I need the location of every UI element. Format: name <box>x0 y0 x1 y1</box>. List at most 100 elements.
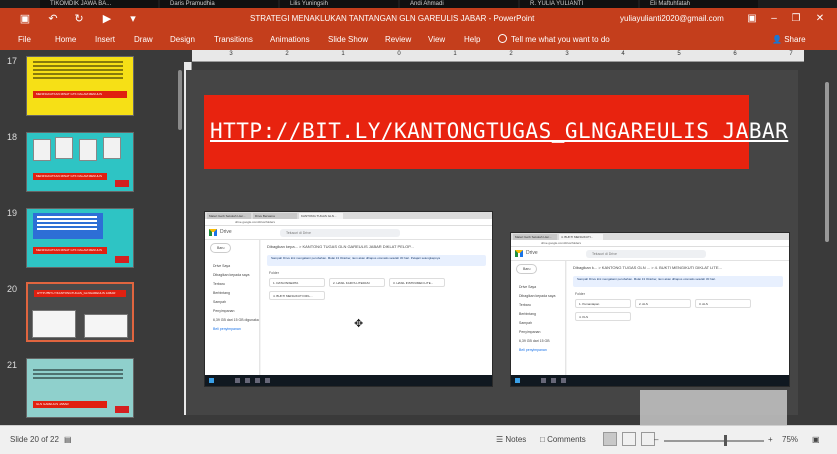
drive-sidebar-item: Penyimpanan <box>519 329 541 334</box>
drive-screenshot-left[interactable]: Materi Gerb Sekolah Liter... Drive Bersa… <box>204 211 493 387</box>
tab-review[interactable]: Review <box>385 34 411 46</box>
thumbnail-photo <box>33 139 51 161</box>
zoom-slider-handle[interactable] <box>724 435 727 446</box>
participant-tile[interactable]: R. YULIA YULIANTI <box>520 0 638 8</box>
taskbar-app-icon <box>245 378 250 383</box>
current-slide[interactable]: HTTP://BIT.LY/KANTONGTUGAS_GLNGAREULIS J… <box>186 70 798 415</box>
slide-sorter-button[interactable] <box>622 432 636 446</box>
comments-button[interactable]: □ Comments <box>540 434 586 446</box>
slide-counter: Slide 20 of 22 <box>10 435 59 444</box>
thumbnail-number: 21 <box>7 360 18 370</box>
participant-tile[interactable]: Eli Maftuhfatah <box>640 0 758 8</box>
drive-storage-text: 6,39 GB dari 15 GB digunakan <box>213 317 259 322</box>
thumbnail-text-lines <box>37 216 97 240</box>
zoom-level[interactable]: 75% <box>782 434 798 446</box>
tab-help[interactable]: Help <box>464 34 480 46</box>
zoom-in-icon[interactable]: + <box>768 434 773 446</box>
thumbnail-banner: MENINGKATKAN MINAT GTK DALAM MENULIS <box>33 91 127 98</box>
drive-new-button: Baru <box>516 264 538 274</box>
drive-sidebar: Baru Drive Saya Dibagikan kepada saya Te… <box>511 261 566 375</box>
comments-label: Comments <box>547 435 586 444</box>
taskbar-app-icon <box>541 378 546 383</box>
ruler-tick: 5 <box>677 51 681 57</box>
zoom-out-icon[interactable]: – <box>654 434 658 446</box>
reading-view-button[interactable] <box>641 432 655 446</box>
thumbnail-banner: MENINGKATKAN MINAT GTK DALAM MENULIS <box>33 247 107 254</box>
drive-sidebar-item: Sampah <box>213 299 227 304</box>
windows-start-icon <box>209 378 214 383</box>
drive-sidebar-item: Sampah <box>519 320 533 325</box>
account-email[interactable]: yuliayulianti2020@gmail.com <box>620 13 724 25</box>
redo-icon[interactable]: ↻ <box>72 12 86 26</box>
customize-qat-icon[interactable]: ▾ <box>126 12 140 26</box>
drive-search: Telusuri di Drive <box>586 250 706 258</box>
tab-design[interactable]: Design <box>170 34 195 46</box>
thumbnail-slide-20[interactable]: HTTP://BIT.LY/KANTONGTUGAS_GLNGAREULIS J… <box>26 282 134 342</box>
drive-section-label: Folder <box>575 292 585 296</box>
tab-slide-show[interactable]: Slide Show <box>328 34 368 46</box>
tell-me-search[interactable]: Tell me what you want to do <box>498 34 610 46</box>
tab-draw[interactable]: Draw <box>134 34 153 46</box>
slide-scrollbar[interactable] <box>822 62 832 415</box>
thumbnail-number: 18 <box>7 132 18 142</box>
slide-thumbnails-panel: 17 MENINGKATKAN MINAT GTK DALAM MENULIS … <box>0 50 176 425</box>
ruler-tick: 2 <box>285 51 289 57</box>
restore-icon[interactable]: ❐ <box>788 11 804 27</box>
comments-icon: □ <box>540 435 545 444</box>
participant-tile[interactable]: Daris Pramudhia <box>160 0 278 8</box>
thumbnail-screenshot <box>32 310 76 338</box>
tab-view[interactable]: View <box>428 34 445 46</box>
fit-slide-icon[interactable]: ▣ <box>812 434 820 446</box>
drive-sidebar-item: Terbaru <box>519 302 531 307</box>
thumbnail-slide-19[interactable]: MENINGKATKAN MINAT GTK DALAM MENULIS <box>26 208 134 268</box>
participant-tile[interactable]: TIKOMDIK JAWA BA... <box>40 0 158 8</box>
drive-screenshot-right[interactable]: Materi Gerb Sekolah Liter... 4. BUKTI ME… <box>510 232 790 387</box>
drive-app-name: Drive <box>526 250 538 256</box>
taskbar-app-icon <box>265 378 270 383</box>
taskbar-app-icon <box>235 378 240 383</box>
drive-folder: 2. HASIL KARYA LITERASI <box>329 278 385 287</box>
zoom-slider[interactable] <box>664 440 764 442</box>
thumbnail-slide-18[interactable]: MENINGKATKAN MINAT GTK DALAM MENULIS <box>26 132 134 192</box>
participant-tile[interactable]: Andi Ahmadi <box>400 0 518 8</box>
slide-link[interactable]: HTTP://BIT.LY/KANTONGTUGAS_GLNGAREULIS J… <box>210 117 788 145</box>
ruler-tick: 3 <box>229 51 233 57</box>
scrollbar-thumb[interactable] <box>178 70 182 130</box>
drive-sidebar-item: Drive Saya <box>519 284 537 289</box>
ribbon-display-icon[interactable]: ▣ <box>744 11 760 27</box>
notes-button[interactable]: ☰ Notes <box>496 434 526 446</box>
thumbnail-number: 19 <box>7 208 18 218</box>
notes-label: Notes <box>505 435 527 444</box>
thumbnails-scrollbar[interactable] <box>176 50 184 425</box>
save-icon[interactable]: ▣ <box>18 12 32 26</box>
drive-sidebar: Baru Drive Saya Dibagikan kepada saya Te… <box>205 240 260 375</box>
drive-app-name: Drive <box>220 229 232 235</box>
present-icon[interactable]: ▶ <box>100 12 114 26</box>
thumbnail-banner: HTTP://BIT.LY/KANTONGTUGAS_GLNGAREULIS J… <box>34 290 126 297</box>
scrollbar-thumb[interactable] <box>825 82 829 242</box>
share-button[interactable]: 👤 Share <box>772 34 806 46</box>
accessibility-icon[interactable]: ▤ <box>64 434 72 446</box>
drive-search: Telusuri di Drive <box>280 229 400 237</box>
close-icon[interactable]: ✕ <box>812 11 828 27</box>
drive-logo-icon <box>209 229 217 236</box>
video-overlay-box <box>640 390 787 425</box>
tab-animations[interactable]: Animations <box>270 34 310 46</box>
drive-sidebar-item: Drive Saya <box>213 263 231 268</box>
drive-sidebar-item: Dibagikan kepada saya <box>213 272 250 277</box>
taskbar-app-icon <box>255 378 260 383</box>
normal-view-button[interactable] <box>603 432 617 446</box>
tab-transitions[interactable]: Transitions <box>214 34 253 46</box>
undo-icon[interactable]: ↶ <box>46 12 60 26</box>
move-cursor-icon: ✥ <box>354 318 364 330</box>
participant-tile[interactable]: Lilis Yuningsih <box>280 0 398 8</box>
thumbnail-slide-17[interactable]: MENINGKATKAN MINAT GTK DALAM MENULIS <box>26 56 134 116</box>
thumbnail-slide-21[interactable]: GLN GAREULIS JABAR <box>26 358 134 418</box>
tab-insert[interactable]: Insert <box>95 34 115 46</box>
drive-folder: 1. DATA PESERTA <box>269 278 325 287</box>
browser-tabs: Materi Gerb Sekolah Liter... 4. BUKTI ME… <box>511 233 789 240</box>
minimize-icon[interactable]: – <box>766 11 782 27</box>
tab-home[interactable]: Home <box>55 34 76 46</box>
tab-file[interactable]: File <box>18 34 31 46</box>
status-bar: Slide 20 of 22 ▤ ☰ Notes □ Comments – + … <box>0 425 837 454</box>
